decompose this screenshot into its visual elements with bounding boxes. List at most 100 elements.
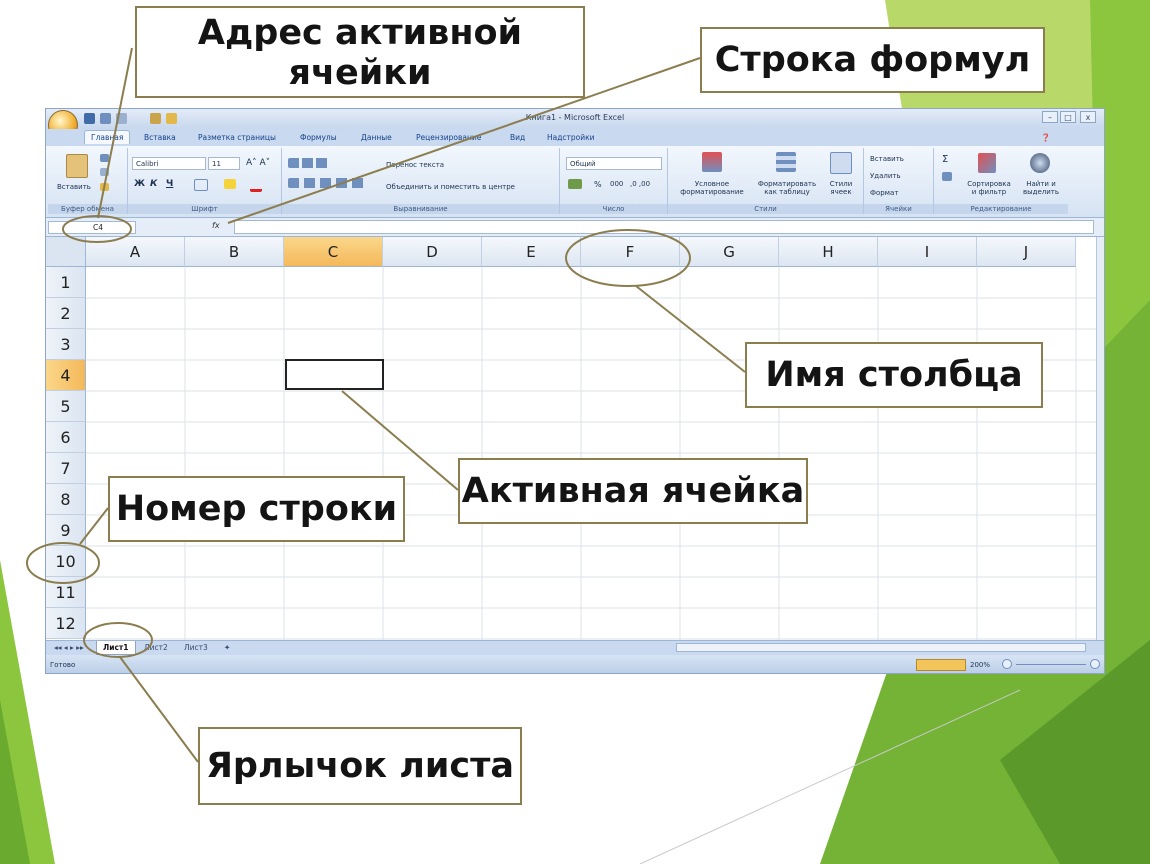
save-icon[interactable] bbox=[84, 113, 95, 124]
sheet-tab-2[interactable]: Лист2 bbox=[138, 641, 174, 654]
paste-icon[interactable] bbox=[66, 154, 88, 178]
find-select-icon[interactable] bbox=[1030, 153, 1050, 173]
minimize-button[interactable]: – bbox=[1042, 111, 1058, 123]
formula-input[interactable] bbox=[234, 220, 1094, 234]
insert-sheet-icon[interactable]: ✦ bbox=[218, 641, 236, 654]
sort-filter-icon[interactable] bbox=[978, 153, 996, 173]
row-header-6[interactable]: 6 bbox=[46, 422, 86, 453]
window-title: Книга1 - Microsoft Excel bbox=[525, 113, 625, 122]
row-header-4[interactable]: 4 bbox=[46, 360, 86, 391]
print-preview-icon[interactable] bbox=[150, 113, 161, 124]
row-header-10[interactable]: 10 bbox=[46, 546, 86, 577]
paste-button[interactable]: Вставить bbox=[57, 183, 91, 191]
copy-icon[interactable] bbox=[100, 168, 109, 176]
cut-icon[interactable] bbox=[100, 154, 109, 162]
number-group: Общий % 000 ,0 ,00 Число bbox=[560, 148, 668, 214]
row-header-11[interactable]: 11 bbox=[46, 577, 86, 608]
merge-center-button[interactable]: Объединить и поместить в центре bbox=[386, 183, 515, 191]
view-buttons[interactable] bbox=[916, 659, 966, 671]
delete-cells-button[interactable]: Удалить bbox=[870, 172, 901, 180]
sheet-tab-3[interactable]: Лист3 bbox=[178, 641, 214, 654]
column-header-j[interactable]: J bbox=[977, 237, 1076, 267]
row-header-9[interactable]: 9 bbox=[46, 515, 86, 546]
maximize-button[interactable]: □ bbox=[1060, 111, 1076, 123]
column-header-b[interactable]: B bbox=[185, 237, 284, 267]
horizontal-scrollbar[interactable] bbox=[676, 643, 1086, 652]
row-header-3[interactable]: 3 bbox=[46, 329, 86, 360]
editing-group-label: Редактирование bbox=[934, 204, 1068, 214]
callout-formula-bar: Строка формул bbox=[700, 27, 1045, 93]
font-name-select[interactable]: Calibri bbox=[132, 157, 206, 170]
row-header-12[interactable]: 12 bbox=[46, 608, 86, 639]
redo-icon[interactable] bbox=[116, 113, 127, 124]
zoom-out-icon[interactable] bbox=[1002, 659, 1012, 669]
column-header-c[interactable]: C bbox=[284, 237, 383, 267]
borders-icon[interactable] bbox=[194, 179, 208, 191]
column-header-g[interactable]: G bbox=[680, 237, 779, 267]
currency-icon[interactable] bbox=[568, 179, 582, 189]
zoom-slider[interactable] bbox=[1016, 664, 1086, 665]
grow-font-icon[interactable]: A˄ A˅ bbox=[246, 158, 270, 168]
font-name-value: Calibri bbox=[136, 160, 159, 168]
name-box[interactable]: C4 bbox=[48, 221, 136, 234]
close-button[interactable]: x bbox=[1080, 111, 1096, 123]
vertical-align-icon[interactable] bbox=[288, 158, 328, 168]
row-header-1[interactable]: 1 bbox=[46, 267, 86, 298]
insert-function-icon[interactable]: fx bbox=[212, 221, 220, 230]
vertical-scrollbar[interactable] bbox=[1096, 237, 1104, 640]
insert-cells-button[interactable]: Вставить bbox=[870, 155, 904, 163]
active-cell[interactable] bbox=[285, 359, 384, 390]
tab-addins[interactable]: Надстройки bbox=[547, 133, 595, 142]
zoom-in-icon[interactable] bbox=[1090, 659, 1100, 669]
font-size-select[interactable]: 11 bbox=[208, 157, 240, 170]
sort-filter-button[interactable]: Сортировка и фильтр bbox=[964, 180, 1014, 196]
tab-data[interactable]: Данные bbox=[361, 133, 392, 142]
sheet-tab-1[interactable]: Лист1 bbox=[96, 641, 136, 655]
italic-button[interactable]: К bbox=[150, 179, 157, 189]
fill-icon[interactable] bbox=[942, 172, 952, 181]
format-as-table-button[interactable]: Форматировать как таблицу bbox=[754, 180, 820, 196]
underline-button[interactable]: Ч bbox=[166, 179, 173, 189]
tab-review[interactable]: Рецензирование bbox=[416, 133, 481, 142]
tab-view[interactable]: Вид bbox=[510, 133, 525, 142]
help-icon[interactable]: ❓ bbox=[1041, 133, 1050, 142]
conditional-format-icon[interactable] bbox=[702, 152, 722, 172]
format-painter-icon[interactable] bbox=[100, 183, 109, 191]
fill-color-icon[interactable] bbox=[224, 179, 236, 189]
cell-styles-icon[interactable] bbox=[830, 152, 852, 174]
open-icon[interactable] bbox=[166, 113, 177, 124]
tab-page-layout[interactable]: Разметка страницы bbox=[198, 133, 276, 142]
tab-formulas[interactable]: Формулы bbox=[300, 133, 337, 142]
decimal-icon[interactable]: ,0 ,00 bbox=[630, 180, 650, 188]
undo-icon[interactable] bbox=[100, 113, 111, 124]
number-format-select[interactable]: Общий bbox=[566, 157, 662, 170]
column-header-e[interactable]: E bbox=[482, 237, 581, 267]
tab-home[interactable]: Главная bbox=[84, 130, 131, 144]
tab-insert[interactable]: Вставка bbox=[144, 133, 176, 142]
column-header-h[interactable]: H bbox=[779, 237, 878, 267]
column-header-i[interactable]: I bbox=[878, 237, 977, 267]
formula-bar: C4 fx bbox=[46, 218, 1104, 237]
horizontal-align-icon[interactable] bbox=[288, 178, 368, 188]
conditional-format-button[interactable]: Условное форматирование bbox=[674, 180, 750, 196]
wrap-text-button[interactable]: Перенос текста bbox=[386, 161, 444, 169]
format-cells-button[interactable]: Формат bbox=[870, 189, 898, 197]
thousands-button[interactable]: 000 bbox=[610, 180, 623, 188]
row-header-5[interactable]: 5 bbox=[46, 391, 86, 422]
cell-styles-button[interactable]: Стили ячеек bbox=[822, 180, 860, 196]
select-all-corner[interactable] bbox=[46, 237, 86, 267]
row-header-2[interactable]: 2 bbox=[46, 298, 86, 329]
column-header-a[interactable]: A bbox=[86, 237, 185, 267]
font-color-icon[interactable] bbox=[250, 179, 262, 192]
sheet-nav-icon[interactable]: ◂◂ ◂ ▸ ▸▸ bbox=[48, 641, 90, 654]
autosum-button[interactable]: Σ bbox=[942, 154, 948, 165]
column-header-f[interactable]: F bbox=[581, 237, 680, 267]
column-header-d[interactable]: D bbox=[383, 237, 482, 267]
title-bar: Книга1 - Microsoft Excel – □ x bbox=[46, 109, 1104, 129]
row-header-7[interactable]: 7 bbox=[46, 453, 86, 484]
bold-button[interactable]: Ж bbox=[134, 179, 145, 189]
find-select-button[interactable]: Найти и выделить bbox=[1018, 180, 1064, 196]
row-header-8[interactable]: 8 bbox=[46, 484, 86, 515]
percent-button[interactable]: % bbox=[594, 180, 602, 189]
format-as-table-icon[interactable] bbox=[776, 152, 796, 172]
